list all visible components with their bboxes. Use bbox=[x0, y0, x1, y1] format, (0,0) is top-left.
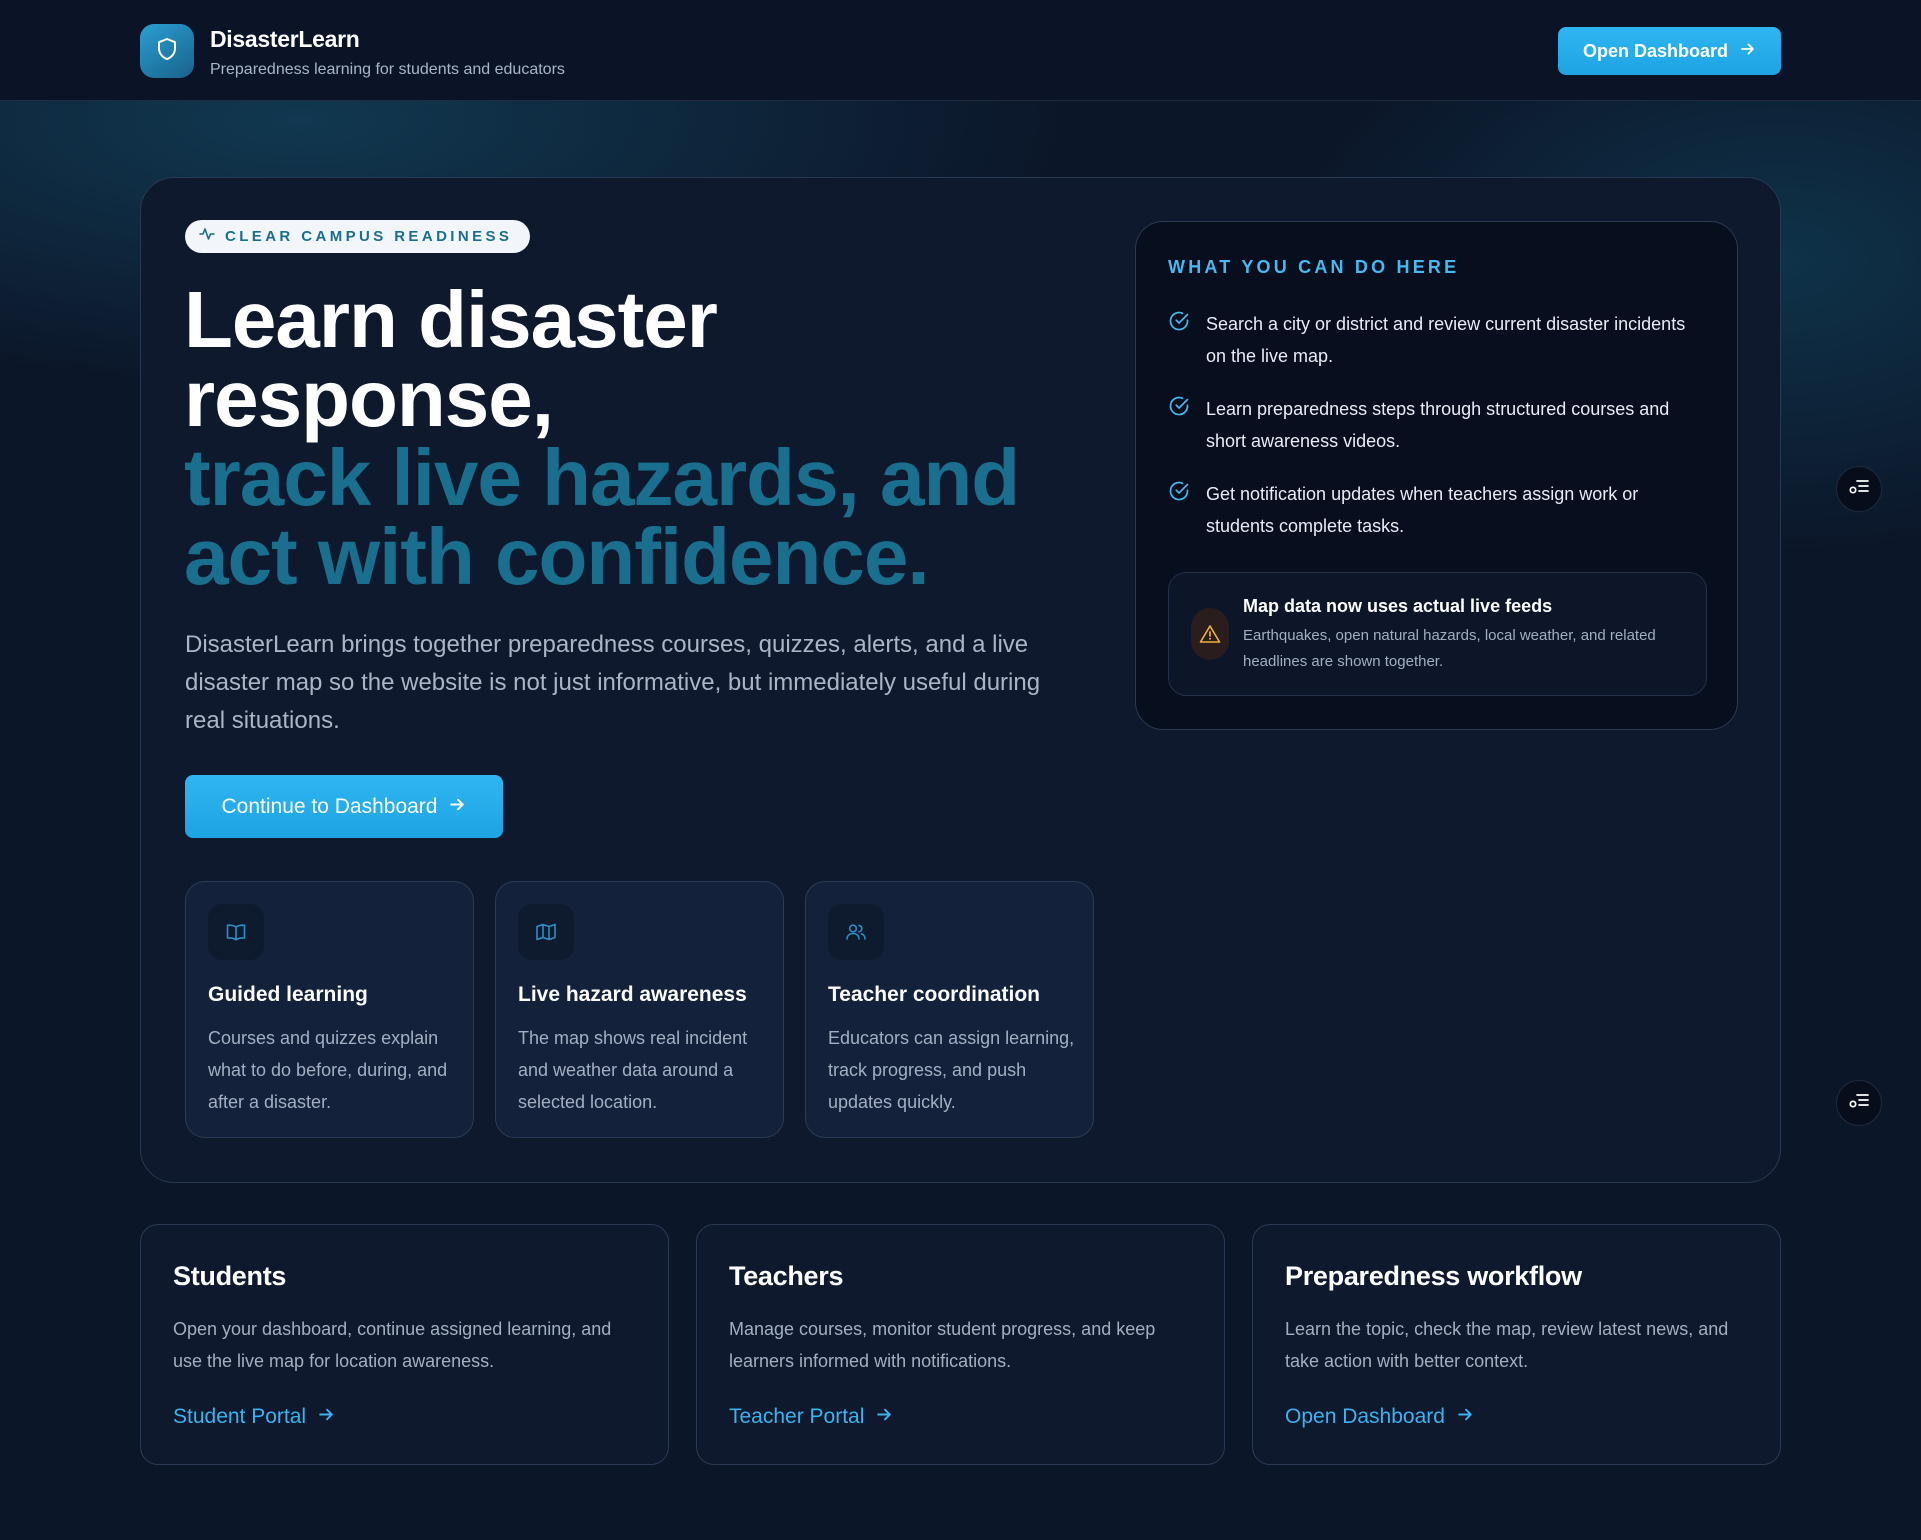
student-portal-link[interactable]: Student Portal bbox=[173, 1405, 335, 1429]
live-feeds-notice: Map data now uses actual live feeds Eart… bbox=[1168, 572, 1707, 696]
capability-text: Get notification updates when teachers a… bbox=[1206, 484, 1639, 536]
users-icon bbox=[828, 904, 884, 960]
role-card-preparedness-workflow: Preparedness workflow Learn the topic, c… bbox=[1252, 1224, 1781, 1465]
role-description: Manage courses, monitor student progress… bbox=[729, 1319, 1156, 1371]
brand-name[interactable]: DisasterLearn bbox=[210, 26, 360, 53]
link-label: Open Dashboard bbox=[1285, 1405, 1445, 1428]
hero-headline: Learn disaster response, track live haza… bbox=[184, 275, 1084, 601]
capability-text: Search a city or district and review cur… bbox=[1206, 314, 1686, 366]
feature-card-guided-learning[interactable]: Guided learning Courses and quizzes expl… bbox=[185, 881, 474, 1138]
list-settings-icon bbox=[1848, 478, 1870, 501]
open-dashboard-label: Open Dashboard bbox=[1582, 40, 1729, 61]
link-label: Student Portal bbox=[173, 1405, 307, 1428]
brand-tagline: Preparedness learning for students and e… bbox=[210, 61, 565, 78]
feature-card-live-hazard-awareness[interactable]: Live hazard awareness The map shows real… bbox=[495, 881, 784, 1138]
shield-icon bbox=[156, 37, 178, 66]
feature-title: Teacher coordination bbox=[828, 983, 1040, 1006]
feature-title: Live hazard awareness bbox=[518, 983, 747, 1006]
check-circle-icon bbox=[1168, 478, 1192, 542]
arrow-right-icon bbox=[1457, 1405, 1474, 1429]
feature-title: Guided learning bbox=[208, 983, 368, 1006]
feature-description: The map shows real incident and weather … bbox=[518, 1028, 748, 1112]
feature-card-teacher-coordination[interactable]: Teacher coordination Educators can assig… bbox=[805, 881, 1094, 1138]
role-description: Open your dashboard, continue assigned l… bbox=[173, 1319, 612, 1371]
continue-to-dashboard-button[interactable]: Continue to Dashboard bbox=[185, 775, 503, 838]
role-card-students: Students Open your dashboard, continue a… bbox=[140, 1224, 669, 1465]
role-description: Learn the topic, check the map, review l… bbox=[1285, 1319, 1729, 1371]
link-label: Teacher Portal bbox=[729, 1405, 865, 1428]
capability-item: Get notification updates when teachers a… bbox=[1168, 478, 1708, 542]
map-icon bbox=[518, 904, 574, 960]
badge-label: CLEAR CAMPUS READINESS bbox=[225, 228, 513, 245]
hero-panel: CLEAR CAMPUS READINESS Learn disaster re… bbox=[140, 177, 1781, 1183]
arrow-right-icon bbox=[449, 795, 466, 819]
feature-description: Courses and quizzes explain what to do b… bbox=[208, 1028, 448, 1112]
feature-description: Educators can assign learning, track pro… bbox=[828, 1028, 1075, 1112]
headline-line-3: track live hazards, and bbox=[184, 433, 1020, 522]
headline-line-1: Learn disaster bbox=[184, 275, 718, 364]
arrow-right-icon bbox=[876, 1405, 893, 1429]
floating-menu-button[interactable] bbox=[1836, 466, 1882, 512]
continue-label: Continue to Dashboard bbox=[221, 794, 438, 818]
top-navigation-bar: DisasterLearn Preparedness learning for … bbox=[0, 0, 1921, 101]
headline-line-2: response, bbox=[184, 354, 554, 443]
arrow-right-icon bbox=[1740, 41, 1756, 62]
capability-text: Learn preparedness steps through structu… bbox=[1206, 399, 1670, 451]
hero-description: DisasterLearn brings together preparedne… bbox=[185, 631, 1041, 734]
role-title: Preparedness workflow bbox=[1285, 1261, 1582, 1291]
book-icon bbox=[208, 904, 264, 960]
role-title: Students bbox=[173, 1261, 287, 1291]
list-settings-icon bbox=[1848, 1092, 1870, 1115]
notice-description: Earthquakes, open natural hazards, local… bbox=[1243, 627, 1656, 670]
capabilities-card: WHAT YOU CAN DO HERE Search a city or di… bbox=[1135, 221, 1738, 730]
warning-icon bbox=[1191, 608, 1229, 660]
role-title: Teachers bbox=[729, 1261, 844, 1291]
capabilities-heading: WHAT YOU CAN DO HERE bbox=[1168, 257, 1460, 277]
notice-title: Map data now uses actual live feeds bbox=[1243, 596, 1553, 616]
capability-item: Learn preparedness steps through structu… bbox=[1168, 393, 1708, 457]
open-dashboard-link[interactable]: Open Dashboard bbox=[1285, 1405, 1474, 1429]
teacher-portal-link[interactable]: Teacher Portal bbox=[729, 1405, 893, 1429]
activity-icon bbox=[199, 227, 215, 246]
check-circle-icon bbox=[1168, 308, 1192, 372]
floating-menu-button[interactable] bbox=[1836, 1080, 1882, 1126]
capability-item: Search a city or district and review cur… bbox=[1168, 308, 1708, 372]
readiness-badge: CLEAR CAMPUS READINESS bbox=[185, 220, 531, 253]
arrow-right-icon bbox=[318, 1405, 335, 1429]
headline-line-4: act with confidence. bbox=[184, 512, 930, 601]
open-dashboard-button[interactable]: Open Dashboard bbox=[1558, 27, 1781, 75]
role-card-teachers: Teachers Manage courses, monitor student… bbox=[696, 1224, 1225, 1465]
check-circle-icon bbox=[1168, 393, 1192, 457]
logo[interactable] bbox=[140, 24, 194, 78]
